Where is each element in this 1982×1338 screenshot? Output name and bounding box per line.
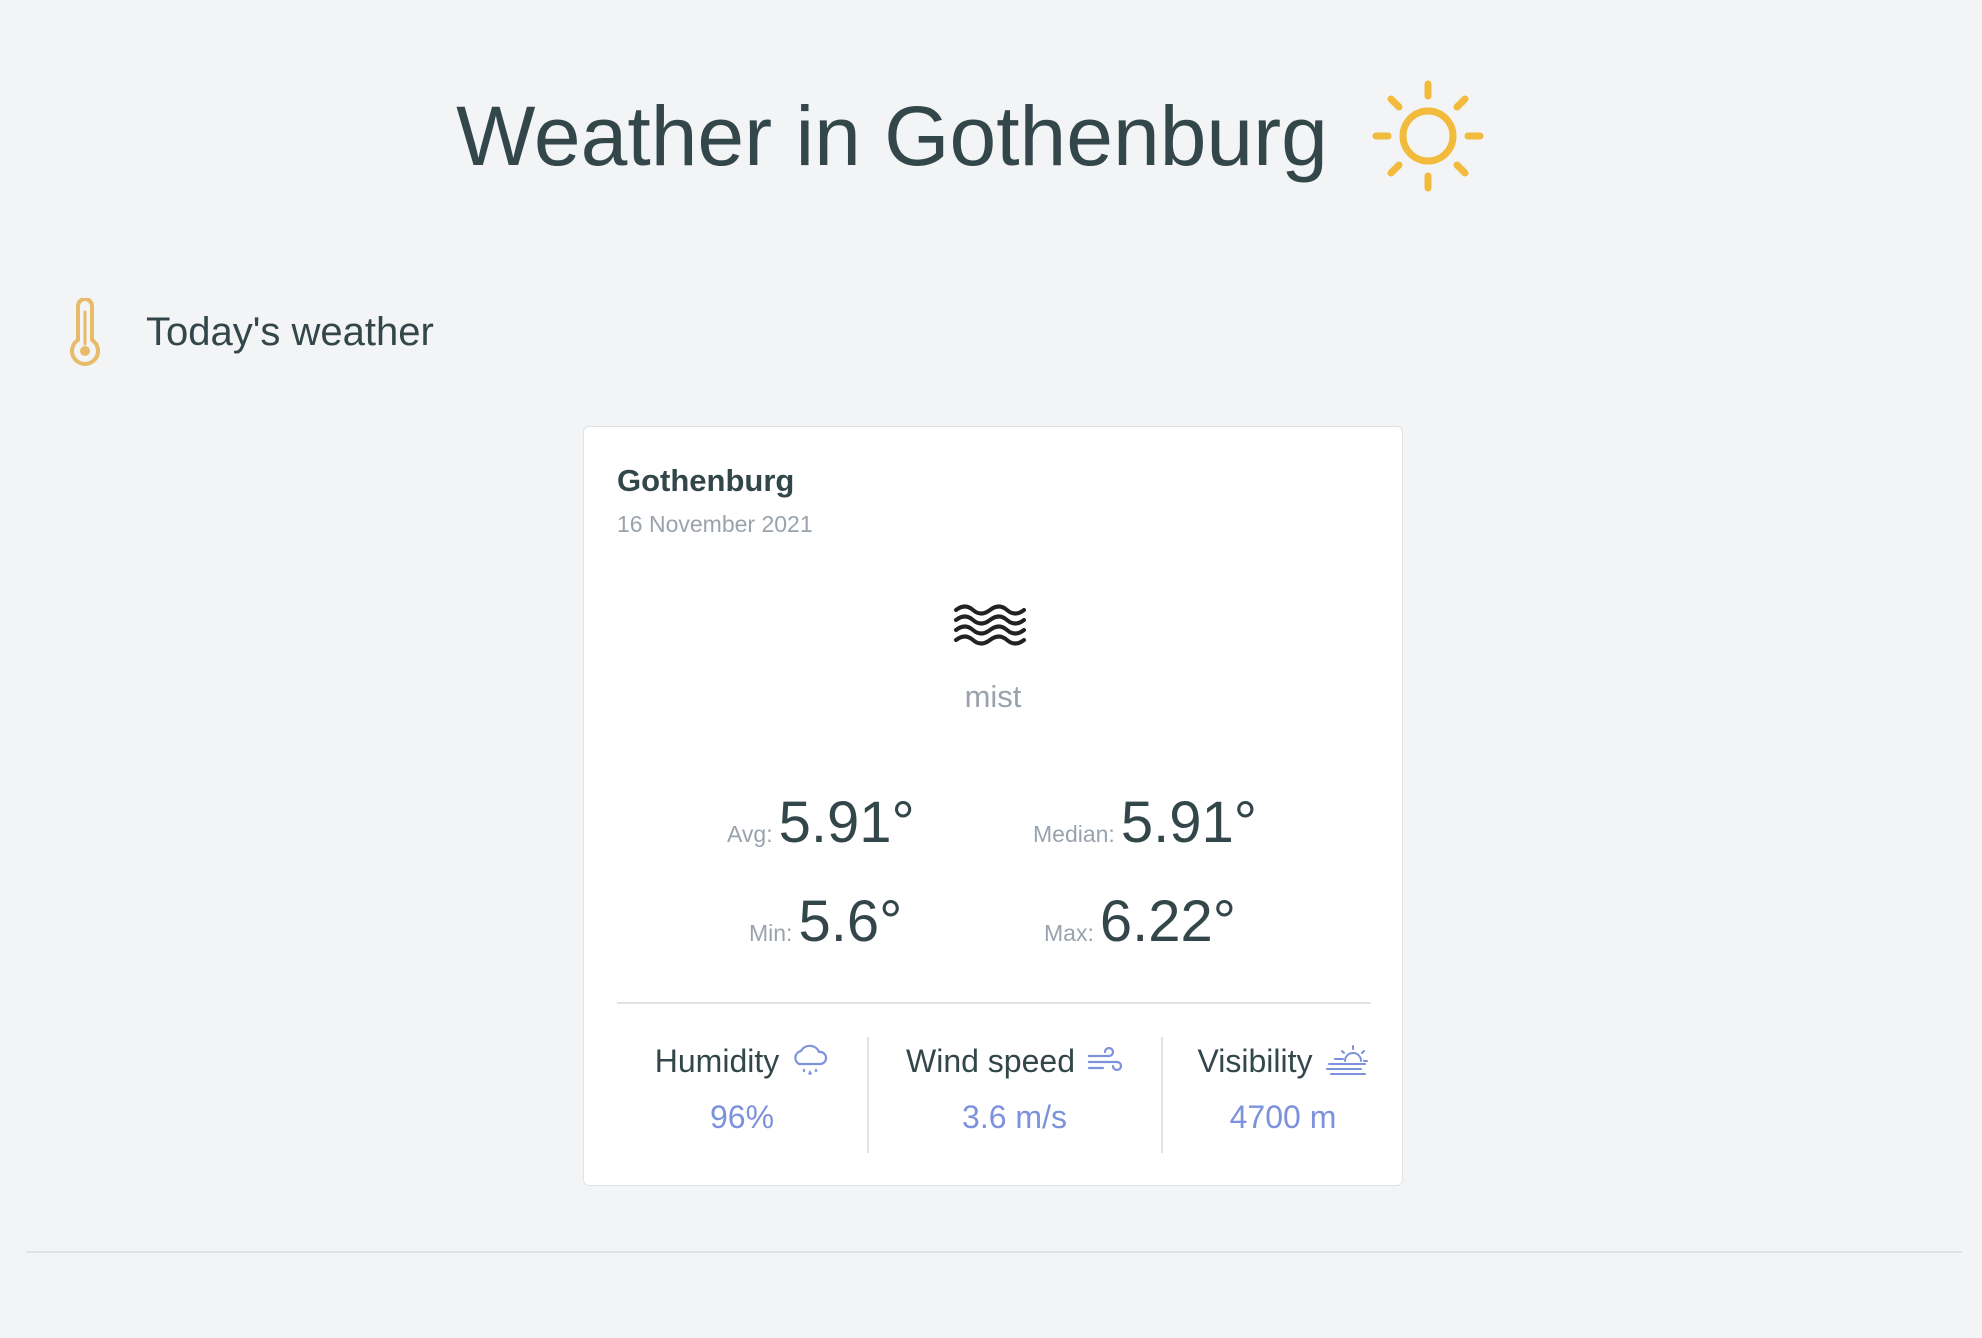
max-label: Max:: [1044, 920, 1094, 946]
avg-value: 5.91°: [778, 790, 915, 855]
sun-icon: [1372, 80, 1484, 192]
median-label: Median:: [1033, 821, 1115, 847]
humidity-icon: [794, 1044, 828, 1075]
mist-icon: [954, 604, 1026, 646]
visibility-stat: Visibility 4700 m: [1162, 1037, 1404, 1153]
humidity-stat: Humidity 96%: [617, 1037, 867, 1153]
card-divider: [617, 1002, 1371, 1004]
weather-card: Gothenburg 16 November 2021 mist Avg: 5.…: [583, 426, 1403, 1186]
visibility-value: 4700 m: [1229, 1099, 1337, 1135]
wind-speed-value: 3.6 m/s: [962, 1099, 1067, 1135]
wind-icon: [1087, 1046, 1123, 1072]
median-temperature: Median: 5.91°: [1033, 789, 1257, 856]
avg-label: Avg:: [727, 821, 773, 847]
visibility-icon: [1325, 1045, 1368, 1075]
humidity-value: 96%: [709, 1099, 775, 1135]
city-name: Gothenburg: [617, 463, 795, 498]
max-value: 6.22°: [1099, 889, 1236, 954]
wind-speed-stat: Wind speed 3.6 m/s: [868, 1037, 1161, 1153]
thermometer-icon: [70, 298, 100, 366]
max-temperature: Max: 6.22°: [1044, 888, 1236, 955]
forecast-date: 16 November 2021: [617, 511, 813, 537]
footer-divider: [26, 1251, 1962, 1253]
visibility-label: Visibility: [1197, 1042, 1313, 1079]
wind-speed-label: Wind speed: [906, 1042, 1075, 1079]
min-value: 5.6°: [798, 889, 903, 954]
min-label: Min:: [749, 920, 793, 946]
avg-temperature: Avg: 5.91°: [727, 789, 915, 856]
median-value: 5.91°: [1120, 790, 1257, 855]
min-temperature: Min: 5.6°: [749, 888, 902, 955]
page-header: Weather in Gothenburg: [0, 80, 1940, 192]
humidity-label: Humidity: [654, 1042, 780, 1079]
todays-weather-header: Today's weather: [66, 298, 434, 366]
page-title: Weather in Gothenburg: [456, 88, 1328, 183]
weather-condition: mist: [964, 679, 1022, 714]
section-title: Today's weather: [146, 309, 434, 354]
